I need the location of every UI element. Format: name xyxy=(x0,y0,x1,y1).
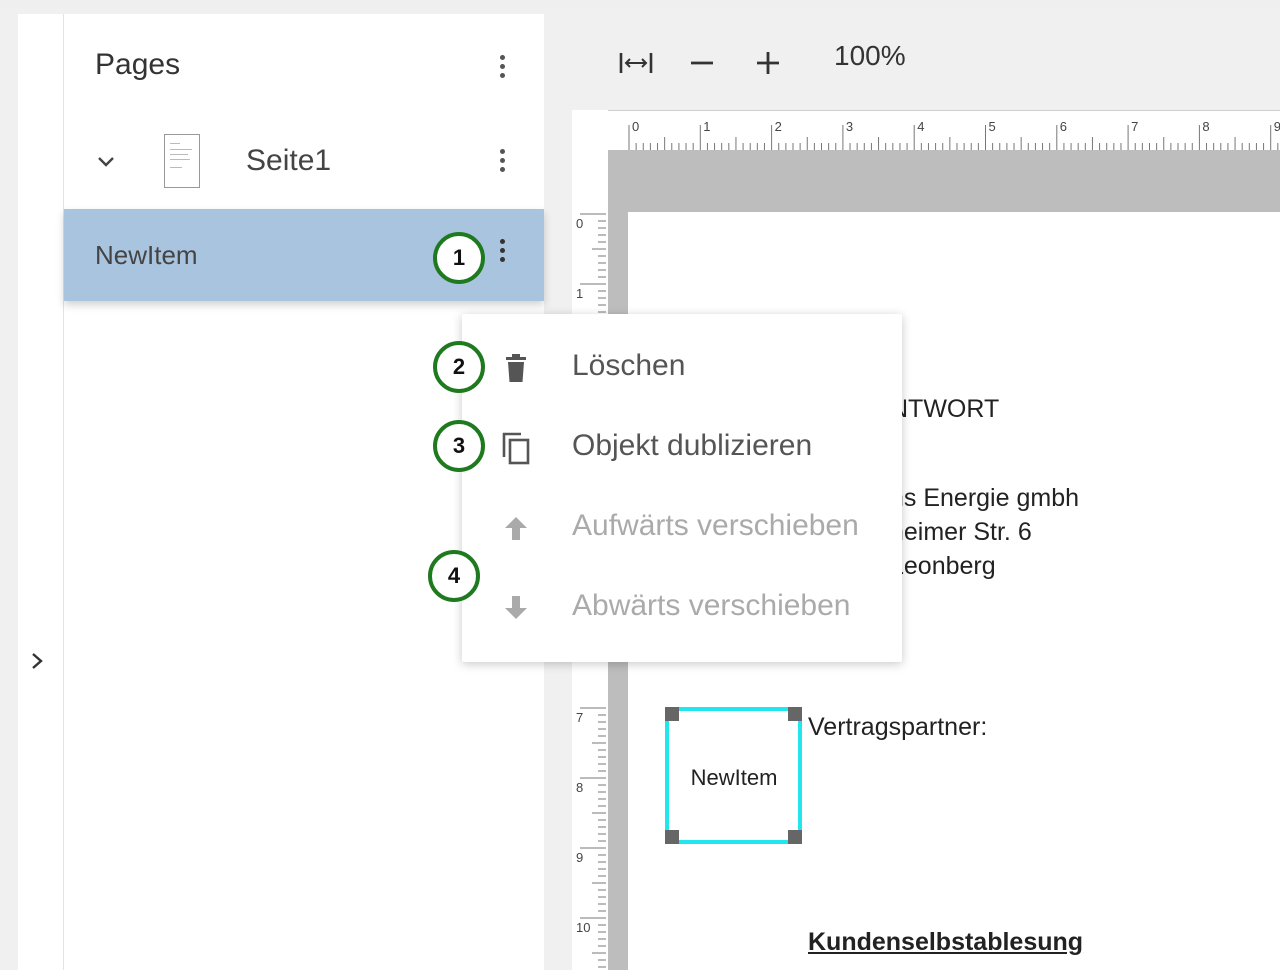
collapsed-left-rail xyxy=(18,14,64,970)
menu-item-move-up[interactable]: Aufwärts verschieben xyxy=(462,488,902,568)
zoom-level: 100% xyxy=(834,40,906,71)
page-row-seite1[interactable]: Seite1 xyxy=(64,126,544,202)
ruler-label: 7 xyxy=(576,710,583,725)
selected-newitem-element[interactable]: NewItem xyxy=(665,707,802,844)
trash-icon xyxy=(500,350,532,386)
ruler-label: 8 xyxy=(1202,119,1209,134)
doc-text-city: Leonberg xyxy=(890,552,996,580)
menu-label: Aufwärts verschieben xyxy=(572,509,859,542)
panel-more-icon[interactable] xyxy=(492,48,512,84)
doc-text-street: heimer Str. 6 xyxy=(890,518,1032,546)
ruler-label: 7 xyxy=(1131,119,1138,134)
item-more-icon[interactable] xyxy=(492,232,512,268)
ruler-label: 3 xyxy=(846,119,853,134)
zoom-in-icon[interactable] xyxy=(750,46,786,80)
arrow-up-icon xyxy=(500,510,532,546)
ruler-corner xyxy=(572,110,608,152)
ruler-label: 8 xyxy=(576,780,583,795)
menu-item-delete[interactable]: Löschen xyxy=(462,328,902,408)
page-more-icon[interactable] xyxy=(492,142,512,178)
menu-item-move-down[interactable]: Abwärts verschieben xyxy=(462,568,902,648)
canvas-margin-top xyxy=(608,150,1280,212)
ruler-label: 10 xyxy=(576,920,590,935)
menu-item-duplicate[interactable]: Objekt dublizieren xyxy=(462,408,902,488)
annotation-callout: 1 xyxy=(433,232,485,284)
ruler-label: 2 xyxy=(775,119,782,134)
ruler-label: 9 xyxy=(576,850,583,865)
doc-text-heading: NTWORT xyxy=(890,395,1000,423)
top-strip xyxy=(0,0,1280,8)
ruler-label: 1 xyxy=(703,119,710,134)
doc-text-partner: Vertragspartner: xyxy=(808,713,988,741)
resize-handle[interactable] xyxy=(788,830,802,844)
doc-text-company: ns Energie gmbh xyxy=(890,484,1080,512)
expand-rail-chevron-icon[interactable] xyxy=(24,648,50,674)
ruler-label: 5 xyxy=(989,119,996,134)
panel-title: Pages xyxy=(95,48,181,81)
menu-label: Abwärts verschieben xyxy=(572,589,851,622)
resize-handle[interactable] xyxy=(788,707,802,721)
horizontal-ruler: 0 1 2 3 4 5 6 7 8 9 xyxy=(572,110,1280,154)
arrow-down-icon xyxy=(500,590,532,626)
ruler-label: 0 xyxy=(632,119,639,134)
ruler-label: 6 xyxy=(1060,119,1067,134)
page-label: Seite1 xyxy=(246,144,332,177)
menu-label: Löschen xyxy=(572,349,686,382)
ruler-label: 0 xyxy=(576,216,583,231)
ruler-label: 4 xyxy=(917,119,924,134)
copy-icon xyxy=(500,430,532,466)
doc-text-meter-reading: Kundenselbstablesung xyxy=(808,928,1084,956)
chevron-down-icon[interactable] xyxy=(94,150,118,174)
canvas-toolbar: 100% xyxy=(572,14,1280,110)
ruler-label: 9 xyxy=(1274,119,1280,134)
fit-width-icon[interactable] xyxy=(616,46,656,80)
menu-label: Objekt dublizieren xyxy=(572,429,813,462)
zoom-out-icon[interactable] xyxy=(684,46,720,80)
item-context-menu: Löschen Objekt dublizieren Aufwärts vers… xyxy=(462,314,902,662)
resize-handle[interactable] xyxy=(665,707,679,721)
page-thumbnail xyxy=(164,134,200,188)
annotation-callout: 3 xyxy=(433,420,485,472)
newitem-text: NewItem xyxy=(690,765,778,790)
annotation-callout: 4 xyxy=(428,550,480,602)
ruler-label: 1 xyxy=(576,286,583,301)
item-label: NewItem xyxy=(95,240,198,270)
resize-handle[interactable] xyxy=(665,830,679,844)
annotation-callout: 2 xyxy=(433,341,485,393)
